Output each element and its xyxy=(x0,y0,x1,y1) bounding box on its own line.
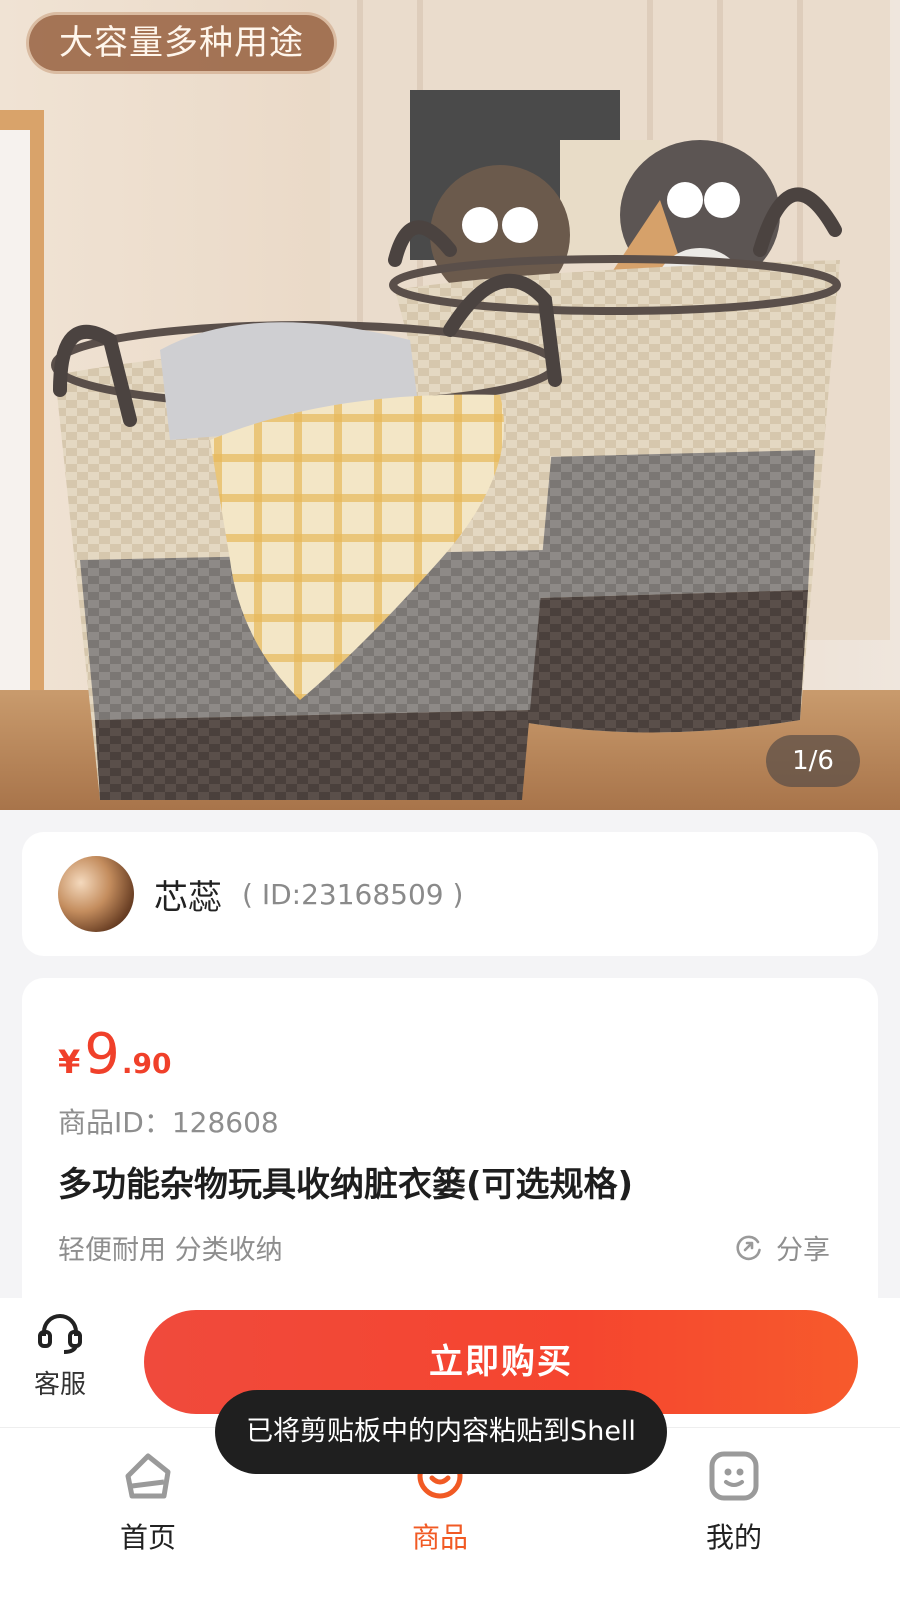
seller-avatar[interactable] xyxy=(58,856,134,932)
promo-tag: 大容量多种用途 xyxy=(26,12,337,74)
tab-home[interactable]: 首页 xyxy=(78,1448,218,1556)
tab-profile-label: 我的 xyxy=(705,1521,762,1554)
product-price: ¥ 9 .90 xyxy=(58,1022,842,1087)
share-button[interactable]: 分享 xyxy=(734,1228,830,1267)
price-decimal: .90 xyxy=(121,1047,172,1080)
price-symbol: ¥ xyxy=(58,1043,81,1081)
home-icon xyxy=(125,1453,171,1499)
seller-name: 芯蕊 xyxy=(154,877,222,918)
product-image-carousel[interactable]: 大容量多种用途 1/6 xyxy=(0,0,900,810)
profile-icon xyxy=(709,1451,759,1501)
share-label: 分享 xyxy=(776,1235,830,1266)
product-photo xyxy=(0,0,900,810)
tab-home-label: 首页 xyxy=(119,1521,176,1554)
headset-icon xyxy=(38,1314,82,1354)
product-meta-row: 轻便耐用 分类收纳 分享 xyxy=(58,1228,842,1267)
price-integer: 9 xyxy=(84,1022,120,1087)
product-title: 多功能杂物玩具收纳脏衣篓(可选规格) xyxy=(58,1165,634,1205)
tab-profile[interactable]: 我的 xyxy=(664,1448,804,1556)
seller-card[interactable]: 芯蕊 ( ID:23168509 ) xyxy=(22,832,878,956)
share-icon xyxy=(736,1235,761,1260)
image-counter: 1/6 xyxy=(766,735,860,787)
product-id: 商品ID：128608 xyxy=(58,1106,279,1139)
customer-service-label: 客服 xyxy=(33,1370,86,1400)
seller-id: ( ID:23168509 ) xyxy=(242,877,464,911)
product-info-card: ¥ 9 .90 商品ID：128608 多功能杂物玩具收纳脏衣篓(可选规格) 轻… xyxy=(22,978,878,1298)
clipboard-toast: 已将剪贴板中的内容粘贴到Shell xyxy=(215,1390,667,1474)
customer-service-button[interactable]: 客服 xyxy=(28,1312,92,1401)
tab-goods-label: 商品 xyxy=(411,1521,468,1554)
product-tags: 轻便耐用 分类收纳 xyxy=(58,1235,283,1266)
